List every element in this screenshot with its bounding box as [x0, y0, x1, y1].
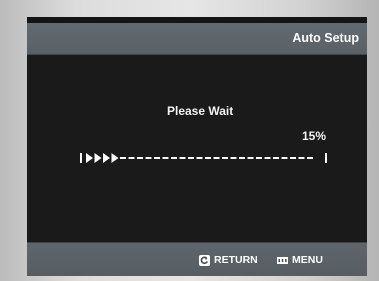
progress-arrow-segment: [103, 153, 110, 163]
menu-icon: [277, 255, 288, 266]
header-bar: Auto Setup: [27, 23, 367, 55]
progress-percent: 15%: [302, 129, 327, 143]
progress-dash-segment: [239, 157, 245, 159]
progress-dash-segment: [256, 157, 262, 159]
progress-dash-segment: [273, 157, 279, 159]
progress-dash-segment: [137, 157, 143, 159]
progress-dash-segment: [171, 157, 177, 159]
progress-dash-segment: [247, 157, 254, 159]
progress-dash-segment: [307, 157, 313, 159]
progress-dash-segment: [196, 157, 203, 159]
progress-dash-segment: [281, 157, 288, 159]
progress-dash-segment: [179, 157, 186, 159]
return-icon: [199, 254, 210, 266]
progress-dash-segment: [154, 157, 160, 159]
progress-arrow-segment: [86, 153, 93, 163]
progress-dash-segment: [230, 157, 237, 159]
page-title: Auto Setup: [292, 31, 359, 45]
menu-button[interactable]: MENU: [277, 254, 323, 266]
menu-label: MENU: [292, 254, 323, 266]
progress-dash-segment: [128, 157, 135, 159]
progress-dash-segment: [188, 157, 194, 159]
progress-start-cap: [80, 153, 82, 163]
progress-segments: [86, 153, 313, 163]
progress-dash-segment: [298, 157, 305, 159]
main-content: Please Wait 15%: [27, 55, 367, 242]
progress-dash-segment: [162, 157, 169, 159]
progress-arrow-segment: [111, 153, 119, 163]
progress-dash-segment: [145, 157, 152, 159]
progress-dash-segment: [290, 157, 296, 159]
tv-screen: Auto Setup Please Wait 15% RETURN MENU: [27, 17, 367, 276]
progress-bar-graphic: [80, 153, 327, 163]
return-button[interactable]: RETURN: [199, 254, 258, 266]
progress-bar: [80, 151, 328, 165]
progress-dash-segment: [120, 157, 126, 159]
progress-end-cap: [325, 153, 327, 163]
progress-dash-segment: [205, 157, 211, 159]
progress-dash-segment: [264, 157, 271, 159]
progress-dash-segment: [213, 157, 220, 159]
return-label: RETURN: [214, 254, 258, 266]
footer-bar: RETURN MENU: [27, 242, 367, 276]
progress-arrow-segment: [94, 153, 102, 163]
progress-dash-segment: [222, 157, 228, 159]
status-text: Please Wait: [167, 104, 234, 118]
